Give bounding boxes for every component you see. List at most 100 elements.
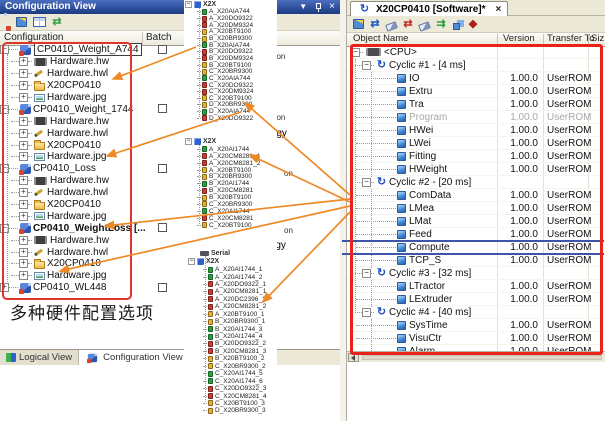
module-row[interactable]: C_X20CM8281 — [184, 215, 277, 222]
task-row[interactable]: Feed1.00.0UserROM — [347, 228, 605, 241]
module-row[interactable]: C_X20AI1744 — [184, 208, 277, 215]
task-row[interactable]: LMat1.00.0UserROM — [347, 215, 605, 228]
module-row[interactable]: C_X20AI1744_5 — [184, 370, 277, 377]
config-row[interactable]: −CP0410_Weight_1744 — [0, 103, 340, 115]
task-row[interactable]: Compute1.00.0UserROM — [347, 241, 605, 254]
module-row[interactable]: B_X20BT9100 — [184, 194, 277, 201]
tree-expander[interactable]: + — [19, 188, 28, 197]
transfer-red-icon[interactable]: ⇄ — [401, 17, 415, 32]
task-row[interactable]: LWei1.00.0UserROM — [347, 137, 605, 150]
tab-x20cp0410-software[interactable]: ↻ X20CP0410 [Software]* × — [350, 1, 508, 16]
task-row[interactable]: Tra1.00.0UserROM — [347, 98, 605, 111]
task-row[interactable]: TCP_S1.00.0UserROM — [347, 254, 605, 267]
tree-expander[interactable]: + — [19, 236, 28, 245]
config-child-row[interactable]: +Hardware.jpg — [0, 92, 340, 104]
cube-icon[interactable] — [353, 19, 364, 29]
tree-expander[interactable]: + — [19, 212, 28, 221]
module-row[interactable]: A_X20AI1744 — [184, 146, 277, 153]
module-row[interactable]: A_X20CM8281_1 — [184, 288, 277, 295]
column-divider[interactable] — [588, 34, 589, 45]
module-row[interactable]: B_X20BT9100_2 — [184, 355, 277, 362]
config-child-row[interactable]: +X20CP0410 — [0, 139, 340, 151]
config-child-row[interactable]: +Hardware.hwl — [0, 127, 340, 139]
task-row[interactable]: LTractor1.00.0UserROM — [347, 280, 605, 293]
module-row[interactable]: B_X20BR9300_1 — [184, 318, 277, 325]
column-version[interactable]: Version — [503, 33, 535, 44]
column-size[interactable]: Siz — [591, 33, 604, 44]
transfer-icon[interactable]: ⇄ — [50, 15, 64, 30]
tree-expander[interactable]: + — [19, 129, 28, 138]
tree-expander[interactable]: + — [19, 248, 28, 257]
run-arrows-icon[interactable]: ⇉ — [434, 17, 448, 32]
module-row[interactable]: C_X20AI1744_6 — [184, 377, 277, 384]
task-row[interactable]: Extru1.00.0UserROM — [347, 85, 605, 98]
module-row[interactable]: A_X20AI1744_1 — [184, 266, 277, 273]
config-child-row[interactable]: +X20CP0410 — [0, 258, 340, 270]
tab-close-icon[interactable]: × — [496, 4, 502, 15]
module-row[interactable]: C_X20BT9100 — [184, 222, 277, 229]
tree-expander[interactable]: + — [19, 259, 28, 268]
tree-expander[interactable]: − — [185, 1, 192, 8]
cube-icon[interactable] — [16, 17, 27, 27]
module-row[interactable]: B_X20AI1744 — [184, 180, 277, 187]
cyclic-group-row[interactable]: −↻Cyclic #2 - [20 ms] — [347, 176, 605, 189]
view-tab-configuration-view[interactable]: Configuration View — [79, 350, 190, 365]
config-child-row[interactable]: +X20CP0410 — [0, 199, 340, 211]
module-row[interactable]: C_X20BR9300 — [184, 201, 277, 208]
module-row[interactable]: A_X20CM8281_2 — [184, 303, 277, 310]
config-child-row[interactable]: +Hardware.hwl — [0, 246, 340, 258]
module-row[interactable]: A_X20CM8281_2 — [184, 160, 277, 167]
task-row[interactable]: LMea1.00.0UserROM — [347, 202, 605, 215]
config-child-row[interactable]: +Hardware.hwl — [0, 187, 340, 199]
config-child-row[interactable]: +X20CP0410 — [0, 80, 340, 92]
batch-checkbox[interactable] — [158, 104, 167, 113]
module-row[interactable]: A_X20DC2396_1 — [184, 296, 277, 303]
task-row[interactable]: HWei1.00.0UserROM — [347, 124, 605, 137]
module-row[interactable]: B_X20AI1744_4 — [184, 333, 277, 340]
tree-expander[interactable]: + — [19, 69, 28, 78]
tree-expander[interactable]: − — [185, 138, 192, 145]
task-row[interactable]: VisuCtr1.00.0UserROM — [347, 332, 605, 345]
config-row[interactable]: +CP0410_WL448 — [0, 282, 340, 294]
pin-icon[interactable] — [314, 2, 322, 12]
task-row[interactable]: ComData1.00.0UserROM — [347, 189, 605, 202]
batch-checkbox[interactable] — [158, 283, 167, 292]
cyclic-group-row[interactable]: −↻Cyclic #1 - [4 ms] — [347, 59, 605, 72]
tree-expander[interactable]: + — [19, 152, 28, 161]
panel-separator[interactable] — [340, 0, 347, 421]
eraser-icon[interactable] — [385, 21, 398, 31]
tree-expander[interactable]: + — [19, 117, 28, 126]
tree-expander[interactable]: + — [19, 81, 28, 90]
tree-expander[interactable]: + — [19, 93, 28, 102]
module-row[interactable]: A_X20AI1744_2 — [184, 273, 277, 280]
module-row[interactable]: C_X20BR9300_2 — [184, 363, 277, 370]
dropdown-icon[interactable]: ▼ — [299, 0, 307, 14]
module-row[interactable]: A_X20BT9100 — [184, 167, 277, 174]
cpu-row[interactable]: −<CPU> — [347, 46, 605, 59]
tree-expander[interactable]: + — [19, 200, 28, 209]
tree-expander[interactable]: − — [362, 269, 371, 278]
tree-expander[interactable]: + — [19, 176, 28, 185]
x2x-root-row[interactable]: −X2X — [184, 138, 277, 146]
tree-expander[interactable]: − — [362, 178, 371, 187]
transfer-blue-icon[interactable]: ⇄ — [368, 17, 382, 32]
tree-expander[interactable]: − — [362, 308, 371, 317]
tree-expander[interactable]: − — [362, 61, 371, 70]
module-pair-icon[interactable] — [453, 23, 460, 30]
module-row[interactable]: B_X20CM8281 — [184, 187, 277, 194]
serial-root-row[interactable]: Serial — [184, 249, 277, 257]
config-child-row[interactable]: +Hardware.jpg — [0, 270, 340, 282]
module-row[interactable]: C_X20BT9100_3 — [184, 400, 277, 407]
column-batch[interactable]: Batch — [146, 32, 172, 43]
batch-checkbox[interactable] — [158, 223, 167, 232]
module-row[interactable]: C_X20CM8281_4 — [184, 392, 277, 399]
batch-checkbox[interactable] — [158, 164, 167, 173]
tree-expander[interactable]: + — [19, 271, 28, 280]
task-row[interactable]: SysTime1.00.0UserROM — [347, 319, 605, 332]
task-row[interactable]: Program1.00.0UserROM — [347, 111, 605, 124]
task-row[interactable]: HWeight1.00.0UserROM — [347, 163, 605, 176]
module-row[interactable]: A_X20DO9322_1 — [184, 281, 277, 288]
config-child-row[interactable]: +Hardware.hwl — [0, 68, 340, 80]
column-divider[interactable] — [497, 34, 498, 45]
module-row[interactable]: A_X20CM8281_1 — [184, 153, 277, 160]
